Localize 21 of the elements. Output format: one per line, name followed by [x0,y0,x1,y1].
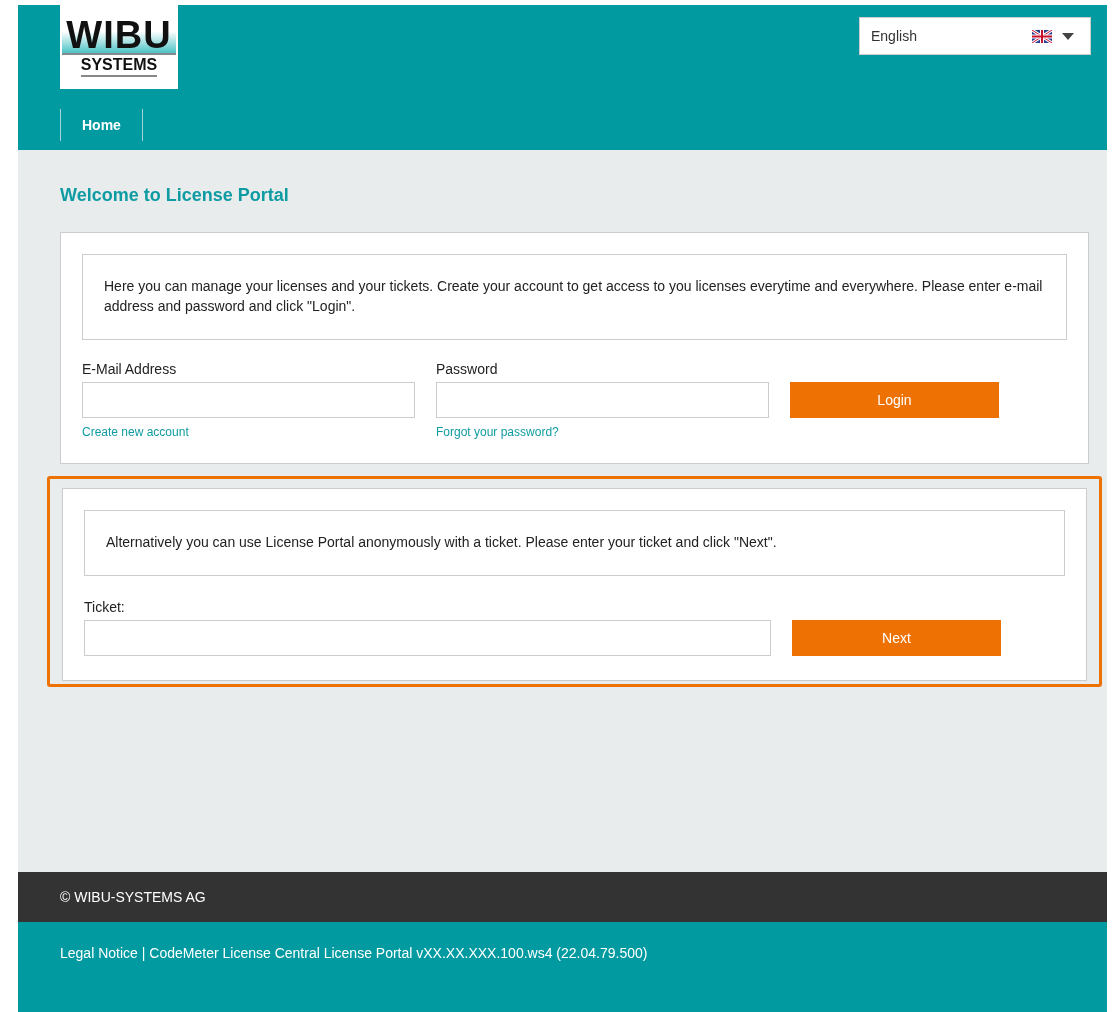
input-field[interactable] [82,382,415,418]
field-label: Password [436,361,499,377]
logo-subtitle: SYSTEMS [80,55,158,77]
copyright-text: © WIBU-SYSTEMS AG [60,889,206,905]
next-button[interactable]: Next [792,620,1001,656]
field-label: E-Mail Address [82,361,178,377]
link[interactable]: Forgot your password? [436,425,769,439]
version-text: | CodeMeter License Central License Portal vXX.XX.XXX.100.ws4 (22.04.79.500) [141,945,648,961]
info-box: Here you can manage your licenses and your tickets. Create your account to get access to you licenses everytime and everywhere. Please enter e-mail address and password and click "Login". [82,254,1067,340]
page-title: Welcome to License Portal [60,185,290,206]
login-button[interactable]: Login [790,382,999,418]
flag-icon [1032,29,1052,43]
caret-icon [1062,32,1074,40]
input-field[interactable] [436,382,769,418]
field-label: Ticket: [84,599,126,615]
link[interactable]: Create new account [82,425,415,439]
legal-notice-link[interactable]: Legal Notice [60,945,138,961]
nav-tab[interactable]: Home [60,109,143,141]
language-dropdown[interactable]: English [859,17,1091,55]
info-box: Alternatively you can use License Portal anonymously with a ticket. Please enter your ticket and click "Next". [84,510,1065,576]
ticket-field[interactable] [84,620,771,656]
